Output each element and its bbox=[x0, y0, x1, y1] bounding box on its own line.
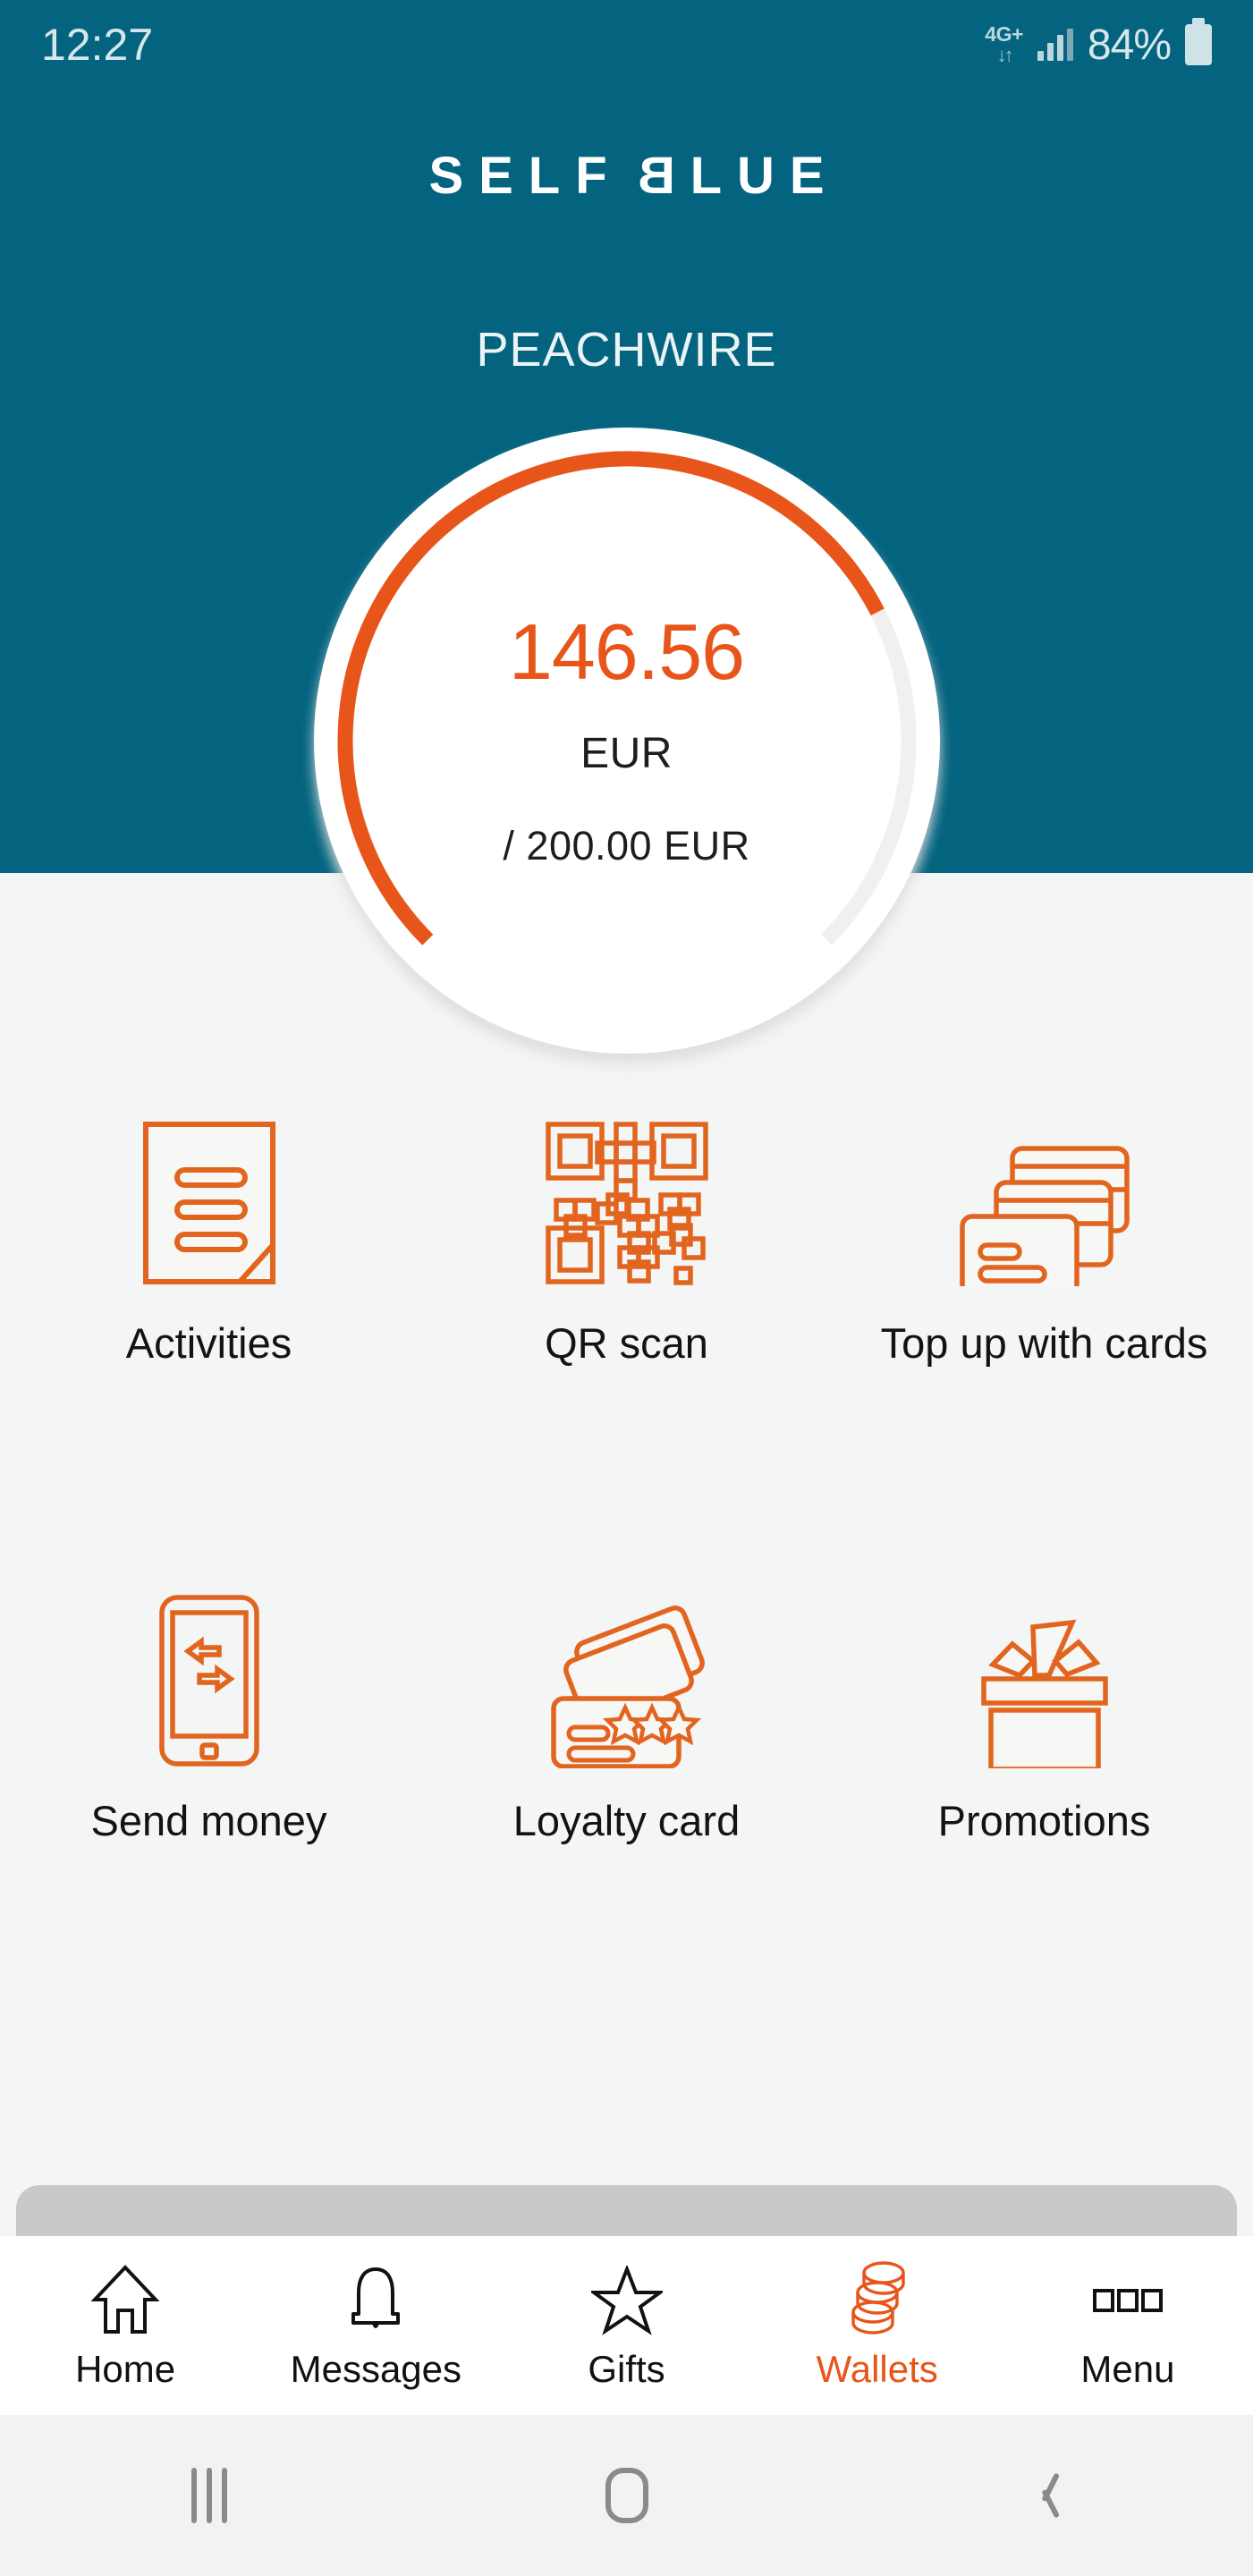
data-arrows-icon: ↓↑ bbox=[996, 44, 1014, 66]
android-home-button[interactable] bbox=[418, 2468, 835, 2523]
document-lines-icon bbox=[141, 1109, 277, 1297]
home-square-icon bbox=[605, 2468, 648, 2523]
shortcut-row-2: Send money Loyalty card Promotions bbox=[0, 1587, 1253, 1845]
balance-amount: 146.56 bbox=[508, 606, 745, 696]
bell-icon bbox=[344, 2260, 407, 2335]
star-icon bbox=[590, 2260, 663, 2335]
shortcut-send-money[interactable]: Send money bbox=[0, 1587, 418, 1845]
nav-item-home[interactable]: Home bbox=[0, 2260, 250, 2391]
nav-item-messages[interactable]: Messages bbox=[250, 2260, 501, 2391]
android-back-button[interactable] bbox=[835, 2470, 1253, 2521]
stacked-cards-icon bbox=[957, 1109, 1132, 1297]
battery-icon bbox=[1185, 18, 1212, 65]
recents-icon bbox=[190, 2468, 227, 2523]
house-icon bbox=[91, 2260, 160, 2335]
qr-code-icon bbox=[544, 1109, 710, 1297]
gift-box-icon bbox=[961, 1587, 1128, 1775]
loyalty-cards-stars-icon bbox=[538, 1587, 716, 1775]
shortcut-top-up-with-cards[interactable]: Top up with cards bbox=[835, 1109, 1253, 1368]
shortcut-activities[interactable]: Activities bbox=[0, 1109, 418, 1368]
nav-item-menu[interactable]: Menu bbox=[1003, 2260, 1253, 2391]
nav-label: Wallets bbox=[816, 2348, 938, 2390]
bottom-navigation: Home Messages Gifts Wallets Menu bbox=[0, 2236, 1253, 2415]
signal-bars-icon bbox=[1037, 29, 1073, 61]
shortcut-label: Promotions bbox=[937, 1797, 1151, 1844]
shortcut-row-1: Activities QR scan Top up with cards bbox=[0, 1109, 1253, 1368]
status-indicators: 4G+ ↓↑ 84% bbox=[985, 18, 1212, 70]
app-logo: SELFB LUE bbox=[0, 147, 1253, 205]
android-system-nav bbox=[0, 2415, 1253, 2576]
shortcut-label: Top up with cards bbox=[880, 1319, 1208, 1367]
shortcut-promotions[interactable]: Promotions bbox=[835, 1587, 1253, 1845]
shortcut-label: Activities bbox=[125, 1319, 292, 1367]
nav-label: Home bbox=[75, 2348, 176, 2390]
nav-item-wallets[interactable]: Wallets bbox=[752, 2260, 1003, 2391]
network-label: 4G+ bbox=[985, 22, 1023, 46]
bottom-sheet-edge bbox=[16, 2185, 1237, 2239]
shortcut-loyalty-card[interactable]: Loyalty card bbox=[418, 1587, 835, 1845]
status-clock: 12:27 bbox=[41, 20, 154, 70]
balance-gauge[interactable]: 146.56 EUR / 200.00 EUR bbox=[313, 428, 940, 1064]
balance-limit: / 200.00 EUR bbox=[503, 822, 750, 869]
status-bar: 12:27 4G+ ↓↑ 84% bbox=[0, 0, 1253, 89]
shortcut-label: Send money bbox=[90, 1797, 327, 1844]
nav-label: Gifts bbox=[588, 2348, 665, 2390]
shortcut-grid: Activities QR scan Top up with cards Sen… bbox=[0, 1109, 1253, 1845]
gauge-readout: 146.56 EUR / 200.00 EUR bbox=[314, 428, 940, 1054]
stacked-coins-icon bbox=[843, 2260, 911, 2335]
logo-text-part1: SELF bbox=[428, 147, 622, 205]
nav-label: Messages bbox=[290, 2348, 462, 2390]
android-recents-button[interactable] bbox=[0, 2468, 418, 2523]
nav-label: Menu bbox=[1080, 2348, 1175, 2390]
network-type-icon: 4G+ ↓↑ bbox=[985, 24, 1023, 65]
back-chevron-icon bbox=[1029, 2470, 1061, 2521]
battery-percent-label: 84% bbox=[1087, 21, 1172, 69]
logo-text-part2: LUE bbox=[690, 147, 840, 205]
wallet-name-title: PEACHWIRE bbox=[476, 323, 777, 377]
phone-screen: 12:27 4G+ ↓↑ 84% SELFB LUE PEACHWIRE 146… bbox=[0, 0, 1253, 2576]
phone-transfer-icon bbox=[142, 1587, 276, 1775]
balance-currency: EUR bbox=[580, 729, 673, 777]
nav-item-gifts[interactable]: Gifts bbox=[501, 2260, 751, 2391]
shortcut-label: Loyalty card bbox=[512, 1797, 741, 1844]
shortcut-label: QR scan bbox=[545, 1319, 708, 1367]
shortcut-qr-scan[interactable]: QR scan bbox=[418, 1109, 835, 1368]
three-squares-icon bbox=[1089, 2260, 1166, 2335]
logo-flipped-b: B bbox=[622, 147, 675, 205]
